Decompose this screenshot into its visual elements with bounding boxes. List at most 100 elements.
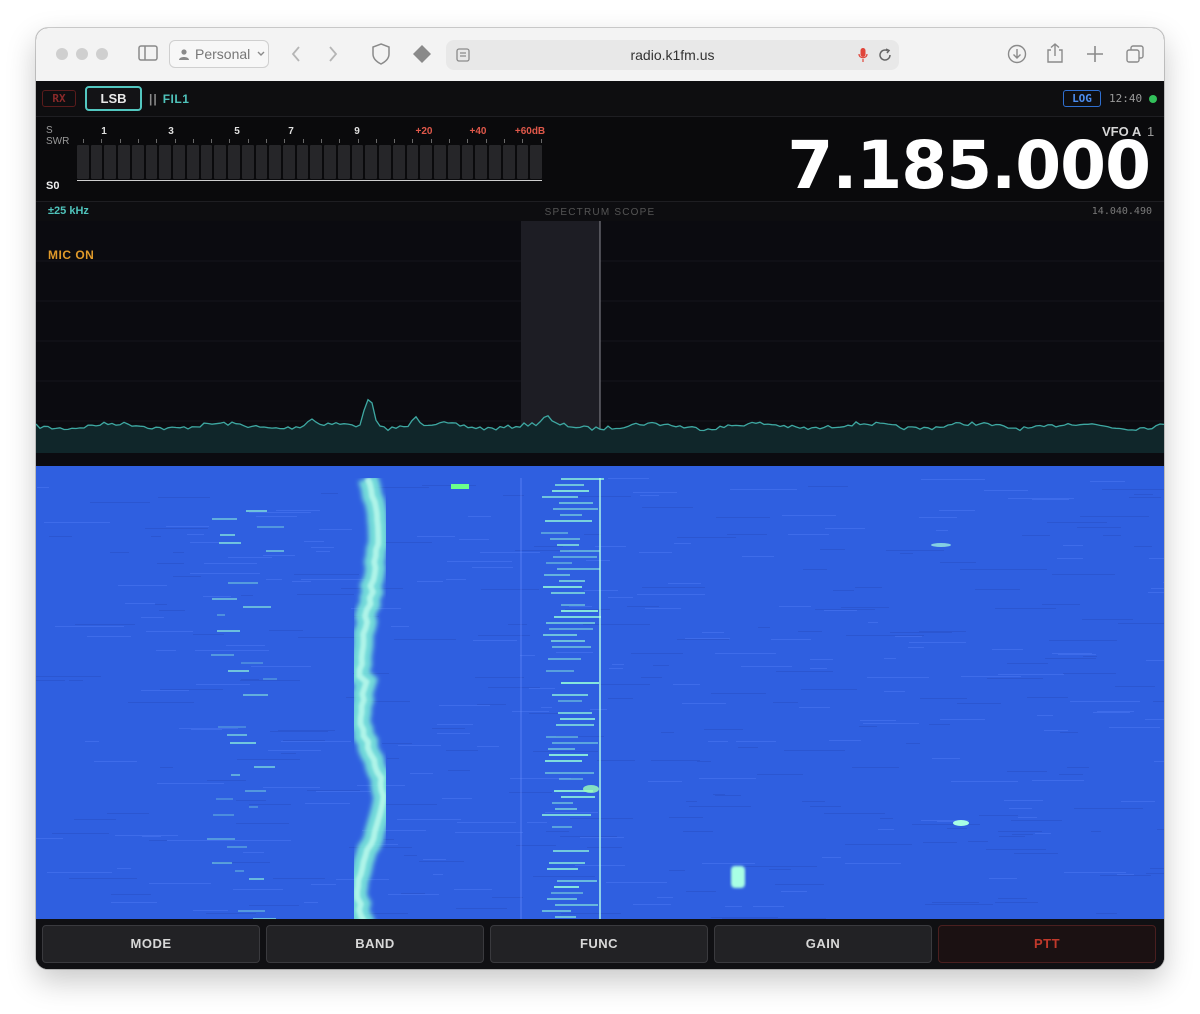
s-meter-reading: S0	[46, 180, 60, 192]
meter-scale-label: 9	[354, 126, 360, 137]
meter-segment	[420, 145, 433, 179]
meter-segment	[269, 145, 282, 179]
meter-segment	[337, 145, 350, 179]
close-window-button[interactable]	[56, 48, 68, 60]
share-icon[interactable]	[1046, 42, 1064, 64]
tab-overview-icon[interactable]	[1125, 44, 1145, 64]
meter-segment	[489, 145, 501, 179]
meter-segment	[392, 145, 405, 179]
s-meter-bar	[77, 145, 542, 179]
log-button[interactable]: LOG	[1063, 90, 1101, 107]
privacy-shield-icon[interactable]	[371, 43, 391, 65]
meter-segment	[255, 145, 268, 179]
meter-scale-label: 3	[168, 126, 174, 137]
control-buttons: MODE BAND FUNC GAIN PTT	[36, 919, 1164, 969]
meter-segment	[200, 145, 213, 179]
back-icon[interactable]	[290, 45, 302, 63]
forward-icon[interactable]	[327, 45, 339, 63]
filter-indicator[interactable]: || FIL1	[149, 92, 189, 106]
person-icon	[179, 49, 189, 60]
meter-baseline	[77, 180, 542, 181]
download-icon[interactable]	[1007, 44, 1027, 64]
meter-scale-label: +20	[415, 126, 433, 137]
meter-segment	[228, 145, 240, 179]
meter-scale-label: +40	[469, 126, 487, 137]
meter-segment	[447, 145, 460, 179]
status-bar: RX LSB || FIL1 LOG 12:40	[36, 81, 1164, 117]
meter-segment	[173, 145, 185, 179]
spectrum-plot	[36, 221, 1164, 453]
meter-segment	[351, 145, 364, 179]
signal-blip	[731, 866, 745, 888]
meter-segment	[283, 145, 295, 179]
mic-status: MIC ON	[48, 248, 95, 262]
spectrum-scope[interactable]: MIC ON	[36, 221, 1164, 466]
meter-segment	[434, 145, 446, 179]
meter-segment	[241, 145, 254, 179]
browser-window: Personal radio.k1fm.us RX LSB || FIL1 LO…	[36, 28, 1164, 969]
meter-segment	[379, 145, 391, 179]
microphone-icon[interactable]	[858, 47, 868, 63]
gain-button[interactable]: GAIN	[714, 925, 932, 963]
meter-segment	[365, 145, 378, 179]
waterfall-display[interactable]	[36, 466, 1164, 919]
meter-segment	[324, 145, 336, 179]
meter-segment	[461, 145, 474, 179]
meter-segment	[530, 145, 542, 179]
mode-button[interactable]: LSB	[85, 86, 142, 111]
scope-reference-frequency: 14.040.490	[1091, 206, 1152, 217]
meter-segment	[118, 145, 130, 179]
meter-segment	[502, 145, 515, 179]
meter-segment	[296, 145, 309, 179]
meter-scale-label: 7	[288, 126, 294, 137]
sidebar-icon[interactable]	[138, 45, 158, 61]
meter-segment	[310, 145, 323, 179]
zoom-window-button[interactable]	[96, 48, 108, 60]
meter-scale-label: +60dB	[514, 126, 546, 137]
meter-segment	[214, 145, 227, 179]
signal-blip	[583, 785, 599, 793]
clock: 12:40	[1109, 92, 1143, 105]
meter-scale-label: 5	[234, 126, 240, 137]
waterfall-plot	[36, 478, 1164, 919]
reload-icon[interactable]	[878, 48, 892, 62]
meter-segment	[131, 145, 144, 179]
meter-segment	[475, 145, 488, 179]
minimize-window-button[interactable]	[76, 48, 88, 60]
meter-segment	[145, 145, 158, 179]
url-text: radio.k1fm.us	[630, 47, 715, 63]
signal-blip	[451, 484, 469, 489]
meter-scale-label: 1	[101, 126, 107, 137]
scope-header: ±25 kHz SPECTRUM SCOPE 14.040.490	[36, 202, 1164, 222]
func-button[interactable]: FUNC	[490, 925, 708, 963]
scope-title: SPECTRUM SCOPE	[544, 207, 656, 218]
profile-selector[interactable]: Personal	[169, 40, 269, 68]
meter-segment	[104, 145, 117, 179]
connection-status-icon	[1149, 95, 1157, 103]
signal-blip	[931, 543, 951, 547]
browser-toolbar: Personal radio.k1fm.us	[36, 28, 1164, 82]
meter-panel: S SWR 1 3 5 7 9 +20 +40 +60dB S0 VFO A 1 7.185.…	[36, 117, 1164, 202]
meter-segment	[159, 145, 172, 179]
extension-icon[interactable]	[411, 43, 433, 65]
meter-segment	[186, 145, 199, 179]
swr-label: SWR	[46, 136, 70, 147]
s-meter-label: S	[46, 125, 53, 136]
profile-name: Personal	[195, 46, 251, 62]
meter-segment	[77, 145, 89, 179]
meter-ticks	[77, 139, 542, 143]
meter-segment	[406, 145, 419, 179]
passband-overlay	[521, 221, 600, 453]
rx-indicator[interactable]: RX	[42, 90, 76, 107]
signal-blip	[953, 820, 969, 826]
ptt-button[interactable]: PTT	[938, 925, 1156, 963]
frequency-display[interactable]: 7.185.000	[787, 133, 1151, 199]
band-button[interactable]: BAND	[266, 925, 484, 963]
chevron-down-icon	[257, 51, 265, 56]
address-bar[interactable]: radio.k1fm.us	[446, 40, 899, 70]
new-tab-icon[interactable]	[1086, 45, 1104, 63]
filter-label: FIL1	[162, 92, 190, 106]
meter-segment	[90, 145, 103, 179]
filter-bars-icon: ||	[149, 92, 158, 106]
mode-button[interactable]: MODE	[42, 925, 260, 963]
